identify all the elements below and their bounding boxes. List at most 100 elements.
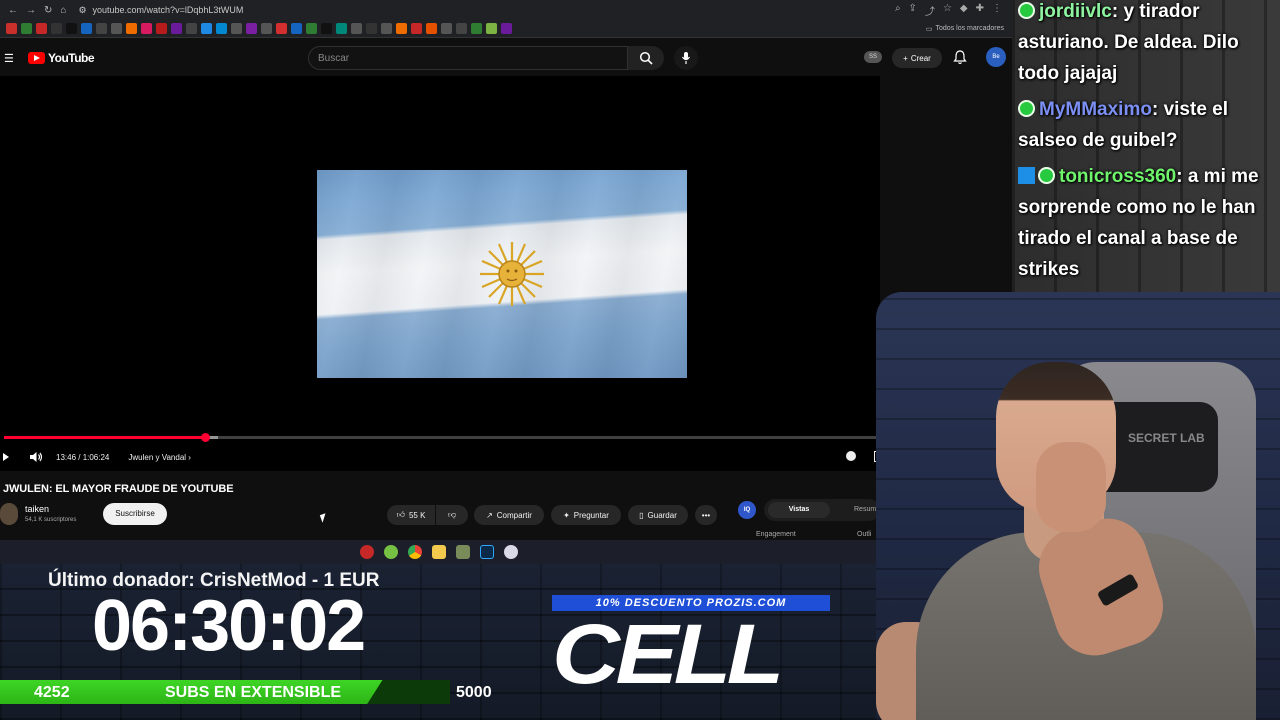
back-icon[interactable]: ← — [8, 5, 18, 16]
bookmark-8-icon[interactable] — [111, 23, 122, 34]
forward-icon[interactable]: → — [26, 5, 36, 16]
folder-icon: ▭ — [925, 25, 933, 33]
bookmark-25-icon[interactable] — [366, 23, 377, 34]
url-text[interactable]: youtube.com/watch?v=lDqbhL3tWUM — [93, 5, 244, 15]
extension-icon[interactable]: ◆ — [960, 3, 968, 18]
video-progress-bar[interactable] — [4, 433, 876, 442]
bookmark-15-icon[interactable] — [216, 23, 227, 34]
bookmark-11-icon[interactable] — [156, 23, 167, 34]
bookmarks-folder[interactable]: ▭ Todos los marcadores — [926, 25, 1004, 33]
bookmarks-bar: ▭ Todos los marcadores — [0, 20, 1012, 38]
taskbar-photoshop-icon[interactable] — [480, 545, 494, 559]
address-bar: ← → ↻ ⌂ ⚙ youtube.com/watch?v=lDqbhL3tWU… — [0, 0, 1012, 20]
subscriber-badge-icon — [1038, 167, 1055, 184]
ask-button[interactable]: ✦ Preguntar — [551, 505, 621, 525]
save-button[interactable]: ▯ Guardar — [628, 505, 688, 525]
bookmark-30-icon[interactable] — [441, 23, 452, 34]
channel-avatar[interactable] — [0, 503, 18, 525]
bookmark-7-icon[interactable] — [96, 23, 107, 34]
bookmark-x-icon[interactable] — [51, 23, 62, 34]
site-info-icon[interactable]: ⚙ — [78, 5, 86, 16]
chat-username: tonicross360 — [1059, 166, 1177, 187]
bookmark-23-icon[interactable] — [336, 23, 347, 34]
create-button[interactable]: + Crear — [892, 48, 942, 68]
bookmark-16-icon[interactable] — [231, 23, 242, 34]
hamburger-menu-icon[interactable]: ☰ — [4, 52, 14, 65]
url-field[interactable]: ⚙ youtube.com/watch?v=lDqbhL3tWUM — [78, 5, 243, 16]
chat-username: MyMMaximo — [1039, 99, 1152, 120]
play-icon[interactable] — [3, 453, 9, 461]
subscriber-count: 54,1 K suscriptores — [25, 517, 77, 523]
dislike-button[interactable]: 👎︎ — [436, 505, 468, 525]
bookmark-star-icon[interactable]: ☆ — [943, 3, 952, 18]
bookmark-29-icon[interactable] — [426, 23, 437, 34]
taskbar-app-1-icon[interactable] — [360, 545, 374, 559]
bookmark-9-icon[interactable] — [126, 23, 137, 34]
bookmark-27-icon[interactable] — [396, 23, 407, 34]
channel-name[interactable]: taiken — [25, 504, 49, 514]
volume-icon[interactable] — [29, 451, 43, 463]
autoplay-toggle-icon[interactable] — [846, 451, 856, 461]
voice-search-button[interactable] — [674, 46, 698, 70]
bookmark-tiktok-icon[interactable] — [66, 23, 77, 34]
sun-of-may-icon — [480, 242, 544, 306]
bookmark-2-icon[interactable] — [21, 23, 32, 34]
bookmark-14-icon[interactable] — [201, 23, 212, 34]
argentina-flag-image — [317, 170, 687, 378]
bookmark-28-icon[interactable] — [411, 23, 422, 34]
install-icon[interactable]: ⇪ — [909, 3, 917, 18]
bookmark-gmail-icon[interactable] — [36, 23, 47, 34]
taskbar-app-7-icon[interactable] — [504, 545, 518, 559]
bookmark-22-icon[interactable] — [321, 23, 332, 34]
search-button[interactable] — [628, 46, 664, 70]
bookmark-20-icon[interactable] — [291, 23, 302, 34]
bookmark-18-icon[interactable] — [261, 23, 272, 34]
notifications-bell-icon[interactable] — [953, 50, 967, 65]
bookmark-12-icon[interactable] — [171, 23, 182, 34]
puzzle-icon[interactable]: ✚ — [976, 3, 984, 18]
taskbar-files-icon[interactable] — [432, 545, 446, 559]
share-page-icon[interactable]: ⤴ — [925, 3, 935, 18]
tab-resumen[interactable]: Resum — [854, 502, 876, 518]
share-icon: ↗ — [486, 510, 493, 520]
account-avatar[interactable]: Be — [986, 47, 1006, 67]
share-button[interactable]: ↗ Compartir — [474, 505, 544, 525]
bookmark-24-icon[interactable] — [351, 23, 362, 34]
search-input[interactable]: Buscar — [308, 46, 628, 70]
bookmark-13-icon[interactable] — [186, 23, 197, 34]
video-title: JWULEN: EL MAYOR FRAUDE DE YOUTUBE — [3, 483, 234, 495]
bookmark-17-icon[interactable] — [246, 23, 257, 34]
bookmark-6-icon[interactable] — [81, 23, 92, 34]
reload-icon[interactable]: ↻ — [44, 5, 52, 16]
zoom-icon[interactable]: ⌕ — [895, 3, 901, 18]
tab-vistas[interactable]: Vistas — [768, 502, 830, 518]
chapter-button[interactable]: Jwulen y Vandal › — [128, 453, 191, 462]
subscriber-badge-icon — [1018, 100, 1035, 117]
scrubber-handle[interactable] — [200, 433, 210, 442]
bookmark-1-icon[interactable] — [6, 23, 17, 34]
video-player[interactable]: 13:46 / 1:06:24 Jwulen y Vandal › — [0, 76, 880, 471]
bookmark-34-icon[interactable] — [501, 23, 512, 34]
taskbar-chrome-icon[interactable] — [408, 545, 422, 559]
taskbar-app-5-icon[interactable] — [456, 545, 470, 559]
vidiq-badge[interactable]: IQ — [738, 501, 756, 519]
subscribe-button[interactable]: Suscribirse — [103, 503, 167, 525]
more-actions-button[interactable]: ••• — [695, 505, 717, 525]
create-label: Crear — [910, 53, 931, 63]
plus-icon: + — [903, 53, 908, 63]
bookmark-19-icon[interactable] — [276, 23, 287, 34]
youtube-logo[interactable]: YouTube — [28, 51, 95, 65]
bookmark-32-icon[interactable] — [471, 23, 482, 34]
ask-label: Preguntar — [573, 510, 609, 520]
home-icon[interactable]: ⌂ — [60, 5, 66, 16]
ss-badge[interactable]: SS — [864, 51, 882, 63]
bookmark-31-icon[interactable] — [456, 23, 467, 34]
bookmark-21-icon[interactable] — [306, 23, 317, 34]
taskbar-app-2-icon[interactable] — [384, 545, 398, 559]
streamer-hand — [1036, 442, 1106, 532]
like-button[interactable]: 👍︎ 55 K — [387, 505, 435, 525]
bookmark-10-icon[interactable] — [141, 23, 152, 34]
bookmark-26-icon[interactable] — [381, 23, 392, 34]
menu-dots-icon[interactable]: ⋮ — [992, 3, 1002, 18]
bookmark-33-icon[interactable] — [486, 23, 497, 34]
